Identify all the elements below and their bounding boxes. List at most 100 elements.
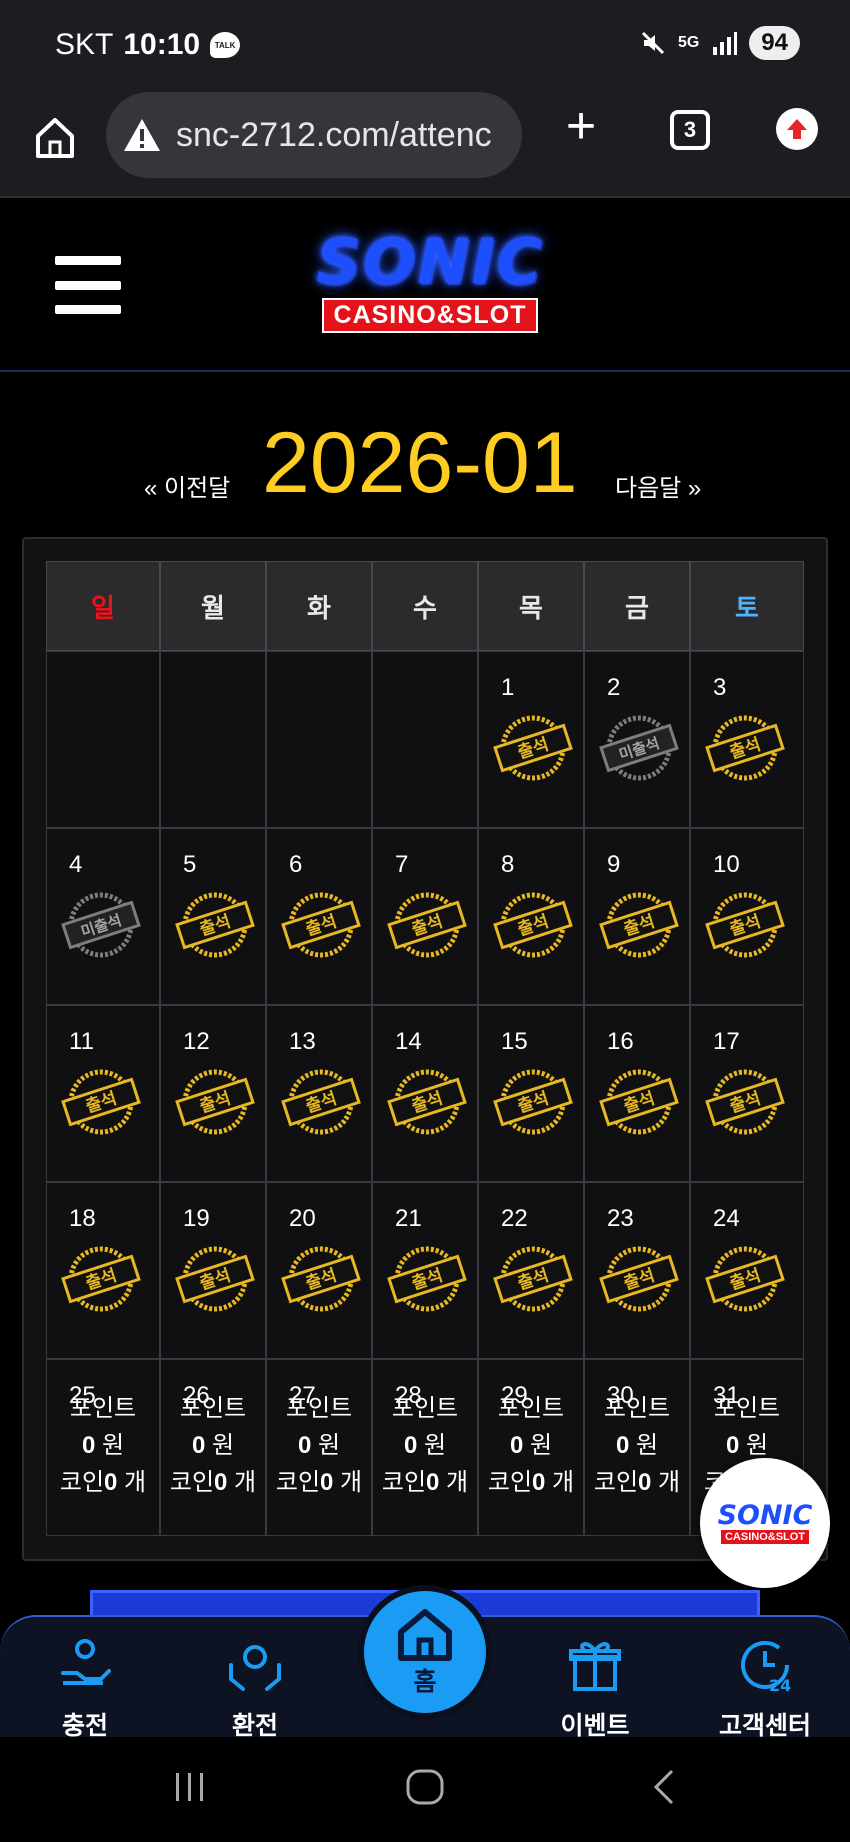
month-navigation: « 이전달 2026-01 다음달 » (0, 400, 850, 520)
menu-bar (55, 305, 121, 314)
exchange-icon (229, 1645, 281, 1691)
attended-stamp-icon: 출석 (175, 892, 255, 958)
nav-charge[interactable]: 충전 (25, 1635, 145, 1742)
won-unit: 원 (95, 1432, 125, 1459)
month-title: 2026-01 (262, 415, 578, 511)
calendar-day-cell: 24 출석 (690, 1182, 804, 1359)
menu-button[interactable] (55, 256, 121, 314)
points-coin: 코인0 개 (47, 1464, 159, 1501)
prev-month-link[interactable]: « 이전달 (144, 468, 230, 503)
day-number: 16 (607, 1028, 634, 1055)
calendar-day-cell: 13 출석 (266, 1005, 372, 1182)
carrier-label: SKT (55, 28, 114, 61)
won-unit: 원 (417, 1432, 447, 1459)
day-number: 21 (395, 1205, 422, 1232)
nav-exchange[interactable]: 환전 (195, 1635, 315, 1742)
calendar-day-cell: 4 미출석 (46, 828, 160, 1005)
upload-button[interactable] (776, 108, 818, 150)
calendar-day-cell: 23 출석 (584, 1182, 690, 1359)
attended-stamp-icon: 출석 (599, 892, 679, 958)
coin-value: 0 (426, 1469, 440, 1496)
floating-logo-wordmark: SONIC (717, 1500, 813, 1531)
attended-stamp-icon: 출석 (493, 1246, 573, 1312)
missed-stamp-icon: 미출석 (599, 715, 679, 781)
coin-label: 코인 (169, 1469, 215, 1496)
day-number: 8 (501, 851, 515, 878)
next-month-link[interactable]: 다음달 » (615, 468, 701, 503)
day-number: 23 (607, 1205, 634, 1232)
logo-wordmark: SONIC (316, 225, 544, 298)
weekday-header-cell: 월 (160, 561, 266, 651)
calendar-day-cell: 5 출석 (160, 828, 266, 1005)
coin-unit: 개 (439, 1469, 469, 1496)
day-number: 4 (69, 851, 83, 878)
calendar-day-cell: 2 미출석 (584, 651, 690, 828)
attended-stamp-icon: 출석 (705, 715, 785, 781)
nav-support[interactable]: 24 고객센터 (705, 1635, 825, 1742)
site-logo[interactable]: SONIC CASINO&SLOT (285, 230, 575, 340)
day-number: 1 (501, 674, 515, 701)
address-bar[interactable]: snc-2712.com/attenc (106, 92, 522, 178)
system-home-icon[interactable] (404, 1767, 446, 1807)
points-label: 포인트 (285, 1395, 353, 1422)
warning-icon[interactable] (122, 117, 162, 153)
site-header: SONIC CASINO&SLOT (0, 200, 850, 372)
calendar-day-cell: 9 출석 (584, 828, 690, 1005)
nav-event[interactable]: 이벤트 (535, 1635, 655, 1742)
day-number: 13 (289, 1028, 316, 1055)
calendar-day-cell: 30 포인트 0 원 코인0 개 (584, 1359, 690, 1536)
coin-unit: 개 (117, 1469, 147, 1496)
won-value: 0 (191, 1432, 206, 1459)
floating-logo-button[interactable]: SONIC CASINO&SLOT (700, 1458, 830, 1588)
calendar-day-cell: 12 출석 (160, 1005, 266, 1182)
network-5g-icon: 5G (677, 34, 700, 51)
attended-stamp-icon: 출석 (493, 892, 573, 958)
points-coin: 코인0 개 (267, 1464, 371, 1501)
nav-home[interactable]: 홈 (358, 1585, 492, 1719)
points-summary: 포인트0 원코인0 개 (373, 1390, 477, 1501)
back-icon[interactable] (648, 1767, 678, 1807)
coin-label: 코인 (381, 1469, 427, 1496)
menu-bar (55, 256, 121, 265)
won-unit: 원 (311, 1432, 341, 1459)
url-text[interactable]: snc-2712.com/attenc (176, 116, 492, 155)
attended-stamp-icon: 출석 (61, 1069, 141, 1135)
nav-home-label: 홈 (413, 1668, 437, 1696)
attended-stamp-icon: 출석 (705, 1246, 785, 1312)
won-value: 0 (615, 1432, 630, 1459)
points-summary: 포인트0 원코인0 개 (479, 1390, 583, 1501)
points-won: 0 원 (691, 1427, 803, 1464)
points-coin: 코인0 개 (373, 1464, 477, 1501)
weekday-header-cell: 수 (372, 561, 478, 651)
attended-stamp-icon: 출석 (493, 1069, 573, 1135)
weekday-header-cell: 일 (46, 561, 160, 651)
day-number: 5 (183, 851, 197, 878)
attended-stamp-icon: 출석 (175, 1246, 255, 1312)
missed-stamp-icon: 미출석 (61, 892, 141, 958)
new-tab-button[interactable]: + (558, 100, 604, 152)
points-won: 0 원 (373, 1427, 477, 1464)
points-summary: 포인트0 원코인0 개 (585, 1390, 689, 1501)
coin-unit: 개 (651, 1469, 681, 1496)
status-bar: SKT 10:10 TALK 5G 94 (0, 0, 850, 90)
recent-apps-icon[interactable] (170, 1767, 210, 1807)
browser-home-button[interactable] (30, 112, 80, 162)
day-number: 12 (183, 1028, 210, 1055)
points-summary: 포인트0 원코인0 개 (267, 1390, 371, 1501)
calendar-day-cell: 25 포인트 0 원 코인0 개 (46, 1359, 160, 1536)
svg-text:24: 24 (769, 1676, 791, 1695)
won-value: 0 (509, 1432, 524, 1459)
coin-unit: 개 (333, 1469, 363, 1496)
coin-label: 코인 (487, 1469, 533, 1496)
status-right: 5G 94 (640, 26, 800, 60)
calendar-day-cell: 11 출석 (46, 1005, 160, 1182)
tab-switcher-button[interactable]: 3 (670, 110, 710, 150)
attended-stamp-icon: 출석 (175, 1069, 255, 1135)
clock: 10:10 (123, 28, 201, 61)
logo-tagline: CASINO&SLOT (321, 298, 539, 333)
calendar-day-cell: 21 출석 (372, 1182, 478, 1359)
calendar-day-cell: 8 출석 (478, 828, 584, 1005)
points-label: 포인트 (179, 1395, 247, 1422)
status-left: SKT 10:10 TALK (55, 28, 241, 62)
won-value: 0 (725, 1432, 740, 1459)
